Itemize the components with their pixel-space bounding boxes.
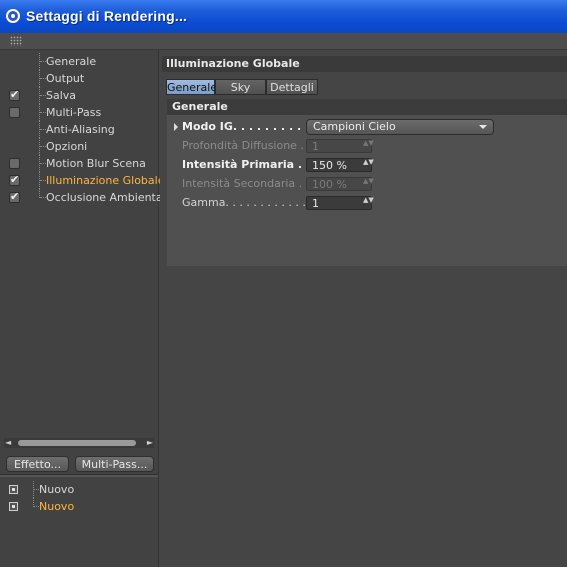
tab-dettagli[interactable]: Dettagli (266, 79, 318, 95)
sidebar-item-label: Output (46, 72, 85, 85)
settings-panel: Illuminazione Globale Generale Sky Detta… (160, 50, 567, 567)
sidebar-item-salva[interactable]: ✔ Salva (0, 87, 158, 104)
gamma-field[interactable]: 1 ▲▼ (306, 196, 374, 210)
modo-ig-dropdown[interactable]: Campioni Cielo (306, 119, 494, 135)
expand-triangle-icon[interactable] (174, 123, 178, 131)
modo-ig-value: Campioni Cielo (313, 120, 396, 133)
settings-sidebar: Generale Output ✔ Salva Multi-Pass Anti-… (0, 50, 172, 567)
sidebar-item-label: Illuminazione Globale (46, 174, 165, 187)
salva-checkbox[interactable]: ✔ (9, 88, 20, 101)
modo-ig-label: Modo IG. . . . . . . . . . . . (182, 120, 326, 133)
preset-item-active[interactable]: Nuovo (0, 498, 158, 515)
prop-gamma: Gamma. . . . . . . . . . . . . . . 1 ▲▼ (167, 194, 567, 212)
window-title: Settaggi di Rendering... (26, 8, 188, 24)
illuminazione-globale-checkbox[interactable]: ✔ (9, 173, 20, 186)
sidebar-item-illuminazione-globale[interactable]: ✔ Illuminazione Globale (0, 172, 164, 189)
multi-pass-checkbox[interactable] (9, 107, 20, 118)
profondita-diffusione-value: 1 (312, 140, 319, 153)
cinema4d-app-icon (6, 9, 20, 23)
prop-profondita-diffusione: Profondità Diffusione . . . 1 ▲▼ (167, 137, 567, 155)
scroll-left-icon[interactable]: ◄ (5, 437, 11, 449)
chevron-down-icon (479, 125, 487, 129)
check-mark-icon: ✔ (10, 190, 20, 203)
sidebar-item-occlusione-ambientale[interactable]: ✔ Occlusione Ambientale (0, 189, 172, 206)
sidebar-item-label: Multi-Pass (46, 106, 102, 119)
effetto-button[interactable]: Effetto... (6, 456, 69, 472)
window-titlebar[interactable]: Settaggi di Rendering... (0, 0, 567, 34)
toolbar (0, 33, 567, 50)
sidebar-horizontal-scrollbar[interactable]: ◄ ► (4, 438, 154, 448)
sidebar-item-anti-aliasing[interactable]: Anti-Aliasing (0, 121, 158, 138)
render-preset-icon (9, 485, 18, 494)
profondita-diffusione-label: Profondità Diffusione . . . (182, 139, 318, 152)
group-title: Generale (167, 99, 567, 115)
sidebar-item-motion-blur-scena[interactable]: Motion Blur Scena (0, 155, 158, 172)
prop-modo-ig: Modo IG. . . . . . . . . . . . Campioni … (167, 118, 567, 136)
prop-intensita-primaria: Intensità Primaria . . . 150 % ▲▼ (167, 156, 567, 174)
spinner-icon: ▲▼ (363, 139, 374, 147)
sidebar-item-label: Generale (46, 55, 97, 68)
profondita-diffusione-field: 1 ▲▼ (306, 139, 374, 153)
multi-pass-button[interactable]: Multi-Pass... (75, 456, 154, 472)
gamma-value: 1 (312, 197, 319, 210)
intensita-primaria-field[interactable]: 150 % ▲▼ (306, 158, 374, 172)
intensita-secondaria-value: 100 % (312, 178, 347, 191)
preset-item[interactable]: Nuovo (0, 481, 158, 498)
sidebar-item-multi-pass[interactable]: Multi-Pass (0, 104, 158, 121)
scrollbar-thumb[interactable] (18, 440, 136, 446)
render-preset-icon (9, 502, 18, 511)
intensita-secondaria-field: 100 % ▲▼ (306, 177, 374, 191)
check-mark-icon: ✔ (10, 88, 20, 101)
spinner-icon: ▲▼ (363, 177, 374, 185)
generale-group: Generale Modo IG. . . . . . . . . . . . … (167, 99, 567, 266)
settings-tree: Generale Output ✔ Salva Multi-Pass Anti-… (0, 53, 172, 206)
section-title: Illuminazione Globale (162, 56, 567, 72)
sidebar-item-label: Motion Blur Scena (46, 157, 146, 170)
sidebar-item-label: Anti-Aliasing (46, 123, 115, 136)
sidebar-item-generale[interactable]: Generale (0, 53, 158, 70)
preset-label: Nuovo (39, 500, 75, 513)
occlusione-ambientale-checkbox[interactable]: ✔ (9, 190, 20, 203)
intensita-secondaria-label: Intensità Secondaria . . . (182, 177, 317, 190)
intensita-primaria-value: 150 % (312, 159, 347, 172)
scroll-right-icon[interactable]: ► (147, 437, 153, 449)
motion-blur-checkbox[interactable] (9, 158, 20, 169)
tab-generale[interactable]: Generale (166, 79, 217, 95)
prop-intensita-secondaria: Intensità Secondaria . . . 100 % ▲▼ (167, 175, 567, 193)
divider (0, 474, 158, 477)
sidebar-item-label: Opzioni (46, 140, 88, 153)
check-mark-icon: ✔ (10, 173, 20, 186)
sidebar-item-label: Occlusione Ambientale (46, 191, 173, 204)
preset-label: Nuovo (39, 483, 75, 496)
sidebar-item-output[interactable]: Output (0, 70, 158, 87)
spinner-icon[interactable]: ▲▼ (363, 197, 374, 204)
spinner-icon[interactable]: ▲▼ (363, 159, 374, 166)
tab-sky[interactable]: Sky (215, 79, 266, 95)
sidebar-item-opzioni[interactable]: Opzioni (0, 138, 158, 155)
sidebar-item-label: Salva (46, 89, 77, 102)
grip-icon[interactable] (10, 36, 22, 46)
intensita-primaria-label: Intensità Primaria . . . (182, 158, 319, 171)
